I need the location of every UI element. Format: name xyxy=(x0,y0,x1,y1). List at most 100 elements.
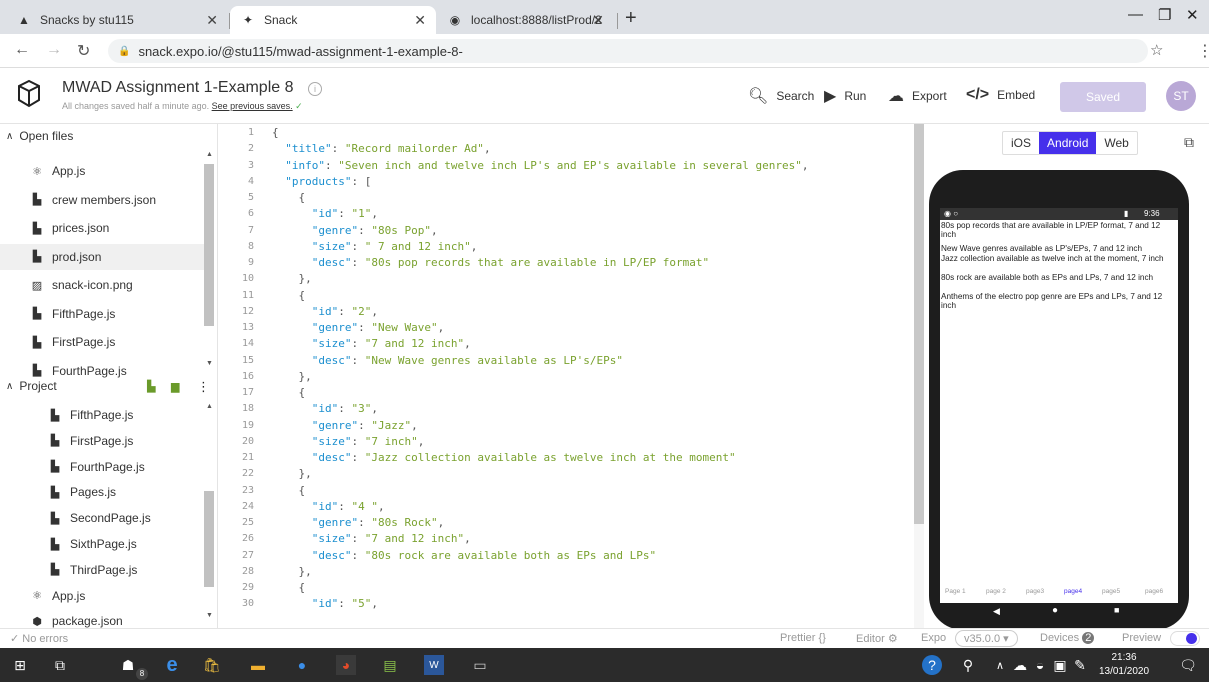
open-files-scrollbar[interactable] xyxy=(204,164,214,326)
tab-web[interactable]: Web xyxy=(1096,132,1136,154)
project-file-item[interactable]: ▙ Pages.js xyxy=(0,479,204,505)
scroll-down-icon[interactable]: ▼ xyxy=(206,360,213,367)
open-file-item[interactable]: ▙ crew members.json xyxy=(0,187,204,213)
url-input[interactable]: 🔒 snack.expo.io/@stu115/mwad-assignment-… xyxy=(108,39,1148,63)
editor-settings[interactable]: Editor ⚙ xyxy=(856,632,898,645)
open-external-icon[interactable]: ⧉ xyxy=(1184,134,1194,151)
new-tab-plus-icon[interactable]: + xyxy=(625,7,637,30)
info-icon[interactable]: i xyxy=(307,82,322,96)
scroll-up-icon[interactable]: ▲ xyxy=(206,151,213,158)
preview-nav-page5[interactable]: page5 xyxy=(1102,588,1120,595)
people-icon[interactable]: ☗ xyxy=(118,655,138,675)
tab-title: Snack xyxy=(264,13,298,27)
tab-ios[interactable]: iOS xyxy=(1003,132,1039,154)
project-header[interactable]: ∧ Project xyxy=(6,379,57,393)
preview-nav-page3[interactable]: page3 xyxy=(1026,588,1044,595)
browser-menu-icon[interactable]: ⋮ xyxy=(1197,41,1209,61)
line-number: 11 xyxy=(241,289,254,301)
recents-square-icon[interactable]: ■ xyxy=(1114,605,1119,615)
help-icon[interactable]: ? xyxy=(922,655,942,675)
prettier-toggle[interactable]: Prettier {} xyxy=(780,632,826,644)
run-button[interactable]: ▶ Run xyxy=(824,86,866,106)
open-file-item[interactable]: ▙ prices.json xyxy=(0,215,204,241)
notepad-icon[interactable]: ▤ xyxy=(380,655,400,675)
previous-saves-link[interactable]: See previous saves. xyxy=(212,101,293,111)
scroll-up-icon[interactable]: ▲ xyxy=(206,403,213,410)
more-options-icon[interactable]: ⋮ xyxy=(197,379,210,395)
preview-nav-page-1[interactable]: Page 1 xyxy=(945,588,966,595)
preview-text-line: 80s pop records that are available in LP… xyxy=(941,221,1161,239)
minimize-icon[interactable]: — xyxy=(1128,6,1143,23)
avatar[interactable]: ST xyxy=(1166,81,1196,111)
file-name: SecondPage.js xyxy=(70,511,151,526)
project-file-item[interactable]: ▙ ThirdPage.js xyxy=(0,557,204,583)
store-icon[interactable]: 🛍︎ xyxy=(202,655,222,675)
saved-button[interactable]: Saved xyxy=(1060,82,1146,112)
devices-button[interactable]: Devices 2 xyxy=(1040,632,1095,644)
people-tray-icon[interactable]: ⚲ xyxy=(958,655,978,675)
project-file-item[interactable]: ⚛ App.js xyxy=(0,583,204,609)
file-icon: ▙ xyxy=(50,512,60,525)
tab-android[interactable]: Android xyxy=(1039,132,1097,154)
open-files-header[interactable]: ∧ Open files xyxy=(6,129,73,143)
project-file-item[interactable]: ⬢ package.json xyxy=(0,608,204,628)
phone-screen[interactable] xyxy=(940,208,1178,603)
onedrive-icon[interactable]: ☁ xyxy=(1010,655,1030,675)
keyboard-icon[interactable]: ▣ xyxy=(1050,655,1070,675)
preview-nav-page6[interactable]: page6 xyxy=(1145,588,1163,595)
sdk-version-select[interactable]: v35.0.0 ▾ xyxy=(955,630,1018,647)
code-editor[interactable]: 1 {2 "title": "Record mailorder Ad", 3 "in… xyxy=(218,124,914,628)
preview-nav-page-2[interactable]: page 2 xyxy=(986,588,1006,595)
preview-nav-page4[interactable]: page4 xyxy=(1064,588,1082,595)
bookmark-star-icon[interactable]: ☆ xyxy=(1150,41,1163,59)
project-file-item[interactable]: ▙ FourthPage.js xyxy=(0,454,204,480)
forward-arrow-icon[interactable]: → xyxy=(46,41,62,59)
tray-expand-icon[interactable]: ∧ xyxy=(990,655,1010,675)
close-icon[interactable]: ✕ xyxy=(206,12,218,29)
network-icon[interactable]: ◒ xyxy=(1030,655,1050,675)
file-explorer-icon[interactable]: ▬ xyxy=(248,655,268,675)
restore-icon[interactable]: ❐ xyxy=(1158,6,1171,24)
home-circle-icon[interactable]: ● xyxy=(1052,605,1058,616)
project-file-item[interactable]: ▙ FifthPage.js xyxy=(0,402,204,428)
pen-icon[interactable]: ✎ xyxy=(1070,655,1090,675)
clock-time[interactable]: 21:36 xyxy=(1098,652,1150,663)
new-file-icon[interactable]: ▙ xyxy=(147,380,155,393)
word-icon[interactable]: W xyxy=(424,655,444,675)
search-button[interactable]: 🔍︎ Search xyxy=(748,86,814,106)
window-close-icon[interactable]: ✕ xyxy=(1186,6,1199,24)
open-file-item[interactable]: ⚛ App.js xyxy=(0,158,204,184)
export-button[interactable]: ☁ Export xyxy=(888,86,947,106)
close-icon[interactable]: ✕ xyxy=(414,12,426,29)
scroll-down-icon[interactable]: ▼ xyxy=(206,612,213,619)
action-center-icon[interactable]: 🗨︎ xyxy=(1178,655,1198,675)
windows-start-icon[interactable]: ⊞ xyxy=(10,655,30,675)
open-file-item[interactable]: ▙ FirstPage.js xyxy=(0,329,204,355)
open-file-item[interactable]: ▙ FifthPage.js xyxy=(0,301,204,327)
chrome-icon[interactable]: ◕ xyxy=(336,655,356,675)
project-title[interactable]: MWAD Assignment 1-Example 8 i xyxy=(62,79,322,97)
open-file-item[interactable]: ▨ snack-icon.png xyxy=(0,272,204,298)
project-file-item[interactable]: ▙ SixthPage.js xyxy=(0,531,204,557)
preview-toggle[interactable] xyxy=(1170,631,1200,646)
no-errors-status[interactable]: ✓ No errors xyxy=(10,632,68,645)
project-file-item[interactable]: ▙ FirstPage.js xyxy=(0,428,204,454)
editor-scrollbar-thumb[interactable] xyxy=(914,124,924,524)
clock-date[interactable]: 13/01/2020 xyxy=(1098,666,1150,677)
back-triangle-icon[interactable]: ◀ xyxy=(993,606,1000,617)
browser-tab-active[interactable]: ✦ Snack ✕ xyxy=(230,6,436,34)
firefox-icon[interactable]: ● xyxy=(292,655,312,675)
edge-icon[interactable]: e xyxy=(162,654,182,676)
reload-icon[interactable]: ↻ xyxy=(77,41,90,61)
browser-tab[interactable]: ▲ Snacks by stu115 ✕ xyxy=(6,6,228,34)
task-view-icon[interactable]: ⧉ xyxy=(50,655,70,675)
terminal-icon[interactable]: ▭ xyxy=(470,655,490,675)
embed-button[interactable]: </> Embed xyxy=(966,86,1035,104)
browser-tab[interactable]: ◉ localhost:8888/listProd/2 ✕ xyxy=(437,6,614,34)
project-file-item[interactable]: ▙ SecondPage.js xyxy=(0,505,204,531)
project-scrollbar[interactable] xyxy=(204,491,214,587)
open-file-item[interactable]: ▙ prod.json xyxy=(0,243,204,270)
close-icon[interactable]: ✕ xyxy=(592,12,604,29)
back-arrow-icon[interactable]: ← xyxy=(14,41,30,59)
new-folder-icon[interactable]: ▆ xyxy=(171,380,179,393)
